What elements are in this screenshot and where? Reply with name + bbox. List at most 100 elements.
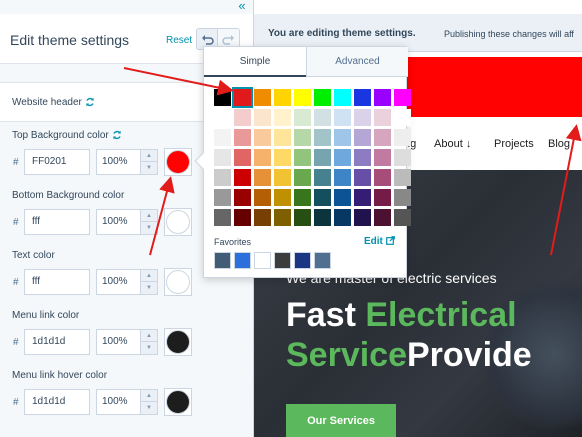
hex-color-input[interactable]: FF0201 [24,149,90,175]
palette-color-swatch[interactable] [334,189,351,206]
chevron-up-icon[interactable]: ▲ [141,390,157,402]
palette-color-swatch[interactable] [334,89,351,106]
palette-color-swatch[interactable] [274,189,291,206]
palette-color-swatch[interactable] [394,209,411,226]
palette-color-swatch[interactable] [374,129,391,146]
palette-color-swatch[interactable] [394,109,411,126]
palette-color-swatch[interactable] [234,149,251,166]
palette-color-swatch[interactable] [254,149,271,166]
palette-color-swatch[interactable] [214,129,231,146]
palette-color-swatch[interactable] [274,149,291,166]
palette-color-swatch[interactable] [394,129,411,146]
edit-favorites-link[interactable]: Edit [364,236,395,247]
palette-color-swatch[interactable] [254,189,271,206]
palette-color-swatch[interactable] [294,89,311,106]
favorite-color-swatch[interactable] [214,252,231,269]
palette-color-swatch[interactable] [254,209,271,226]
chevron-down-icon[interactable]: ▼ [141,222,157,234]
palette-color-swatch[interactable] [314,209,331,226]
hex-color-input[interactable]: fff [24,209,90,235]
chevron-up-icon[interactable]: ▲ [141,330,157,342]
favorite-color-swatch[interactable] [294,252,311,269]
opacity-stepper[interactable]: ▲ ▼ [140,329,158,355]
favorite-color-swatch[interactable] [274,252,291,269]
palette-color-swatch[interactable] [354,209,371,226]
palette-color-swatch[interactable] [334,109,351,126]
palette-color-swatch[interactable] [334,149,351,166]
color-swatch-button[interactable] [164,148,192,176]
palette-color-swatch[interactable] [254,129,271,146]
palette-color-swatch[interactable] [314,109,331,126]
palette-color-swatch[interactable] [334,209,351,226]
palette-color-swatch[interactable] [374,169,391,186]
color-swatch-button[interactable] [164,208,192,236]
palette-color-swatch[interactable] [394,149,411,166]
collapse-panel-button[interactable]: « [232,0,252,14]
our-services-button[interactable]: Our Services [286,404,396,437]
palette-color-swatch[interactable] [294,169,311,186]
palette-color-swatch[interactable] [234,129,251,146]
chevron-down-icon[interactable]: ▼ [141,282,157,294]
palette-color-swatch[interactable] [354,169,371,186]
palette-color-swatch[interactable] [374,189,391,206]
palette-color-swatch[interactable] [274,169,291,186]
opacity-input[interactable]: 100% [96,209,140,235]
palette-color-swatch[interactable] [214,89,231,106]
palette-color-swatch[interactable] [254,89,271,106]
opacity-stepper[interactable]: ▲ ▼ [140,389,158,415]
palette-color-swatch[interactable] [394,169,411,186]
palette-color-swatch[interactable] [234,209,251,226]
palette-color-swatch[interactable] [254,169,271,186]
palette-color-swatch[interactable] [294,109,311,126]
palette-color-swatch[interactable] [354,89,371,106]
palette-color-swatch[interactable] [214,169,231,186]
palette-color-swatch[interactable] [374,89,391,106]
palette-color-swatch[interactable] [214,209,231,226]
opacity-input[interactable]: 100% [96,389,140,415]
palette-color-swatch[interactable] [314,89,331,106]
chevron-up-icon[interactable]: ▲ [141,210,157,222]
hex-color-input[interactable]: 1d1d1d [24,329,90,355]
palette-color-swatch[interactable] [294,189,311,206]
favorite-color-swatch[interactable] [254,252,271,269]
tab-advanced[interactable]: Advanced [306,47,408,77]
color-swatch-button[interactable] [164,328,192,356]
palette-color-swatch[interactable] [214,189,231,206]
palette-color-swatch[interactable] [354,129,371,146]
favorite-color-swatch[interactable] [234,252,251,269]
palette-color-swatch[interactable] [274,109,291,126]
reset-link[interactable]: Reset [166,35,192,46]
palette-color-swatch[interactable] [354,189,371,206]
nav-link-about[interactable]: About ↓ [434,138,471,150]
nav-link-projects[interactable]: Projects [494,138,534,150]
palette-color-swatch[interactable] [334,129,351,146]
palette-color-swatch[interactable] [394,89,411,106]
opacity-stepper[interactable]: ▲ ▼ [140,149,158,175]
palette-color-swatch[interactable] [214,109,231,126]
favorite-color-swatch[interactable] [314,252,331,269]
palette-color-swatch[interactable] [294,209,311,226]
palette-color-swatch[interactable] [314,169,331,186]
opacity-stepper[interactable]: ▲ ▼ [140,209,158,235]
chevron-down-icon[interactable]: ▼ [141,402,157,414]
palette-color-swatch[interactable] [314,149,331,166]
tab-simple[interactable]: Simple [204,47,306,77]
nav-link-blog[interactable]: Blog [548,138,570,150]
palette-color-swatch[interactable] [234,189,251,206]
opacity-input[interactable]: 100% [96,149,140,175]
palette-color-swatch[interactable] [274,89,291,106]
palette-color-swatch[interactable] [374,209,391,226]
palette-color-swatch[interactable] [374,109,391,126]
palette-color-swatch[interactable] [314,129,331,146]
palette-color-swatch[interactable] [314,189,331,206]
palette-color-swatch[interactable] [234,109,251,126]
chevron-up-icon[interactable]: ▲ [141,270,157,282]
palette-color-swatch[interactable] [254,109,271,126]
chevron-down-icon[interactable]: ▼ [141,342,157,354]
opacity-input[interactable]: 100% [96,329,140,355]
palette-color-swatch[interactable] [294,149,311,166]
color-swatch-button[interactable] [164,388,192,416]
palette-color-swatch[interactable] [234,169,251,186]
palette-color-swatch[interactable] [394,189,411,206]
palette-color-swatch[interactable] [354,149,371,166]
